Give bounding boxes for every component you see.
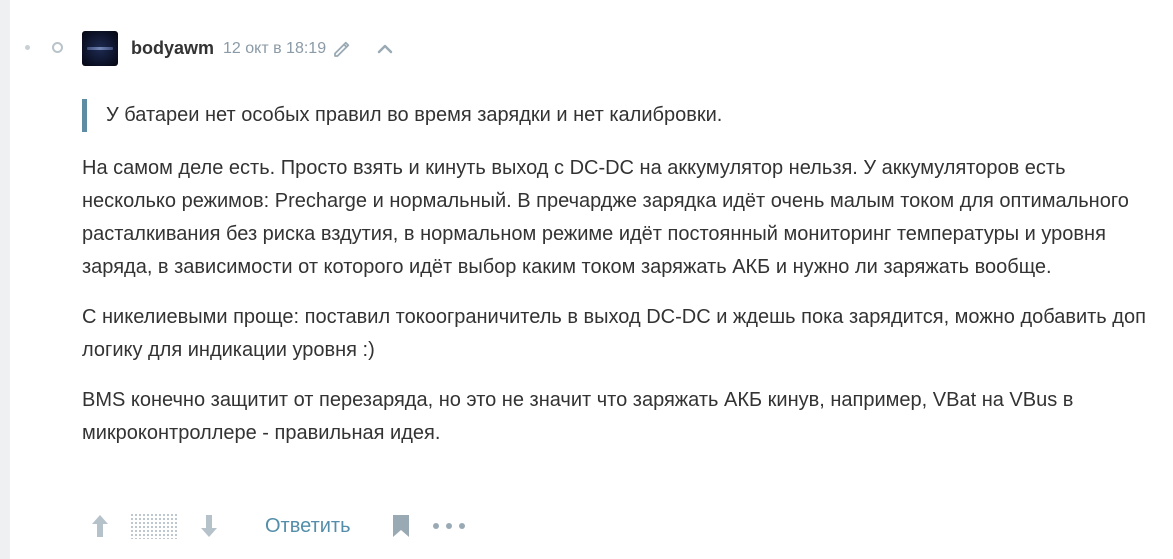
comment-footer: Ответить bbox=[88, 507, 465, 545]
comment-timestamp[interactable]: 12 окт в 18:19 bbox=[223, 40, 326, 58]
arrow-down-icon[interactable] bbox=[197, 512, 221, 540]
comment-header: bodyawm 12 окт в 18:19 bbox=[82, 31, 394, 66]
thread-rail bbox=[0, 0, 10, 559]
comment-paragraph: BMS конечно защитит от перезаряда, но эт… bbox=[82, 389, 1074, 444]
thread-level-dot bbox=[25, 45, 30, 50]
avatar-image bbox=[87, 47, 113, 50]
more-dot bbox=[432, 523, 439, 529]
arrow-up-icon[interactable] bbox=[88, 512, 112, 540]
thread-level-marker[interactable] bbox=[52, 42, 63, 53]
username[interactable]: bodyawm bbox=[131, 38, 214, 59]
bookmark-icon[interactable] bbox=[391, 513, 411, 539]
vote-score bbox=[130, 513, 177, 539]
reply-button[interactable]: Ответить bbox=[265, 515, 351, 538]
pencil-icon[interactable] bbox=[332, 40, 350, 58]
more-dots-icon[interactable] bbox=[432, 520, 465, 532]
blockquote: У батареи нет особых правил во время зар… bbox=[82, 99, 1152, 132]
more-dot bbox=[445, 523, 452, 529]
comment-paragraph: На самом деле есть. Просто взять и кинут… bbox=[82, 157, 1129, 278]
comment-page: bodyawm 12 окт в 18:19 У батареи нет осо… bbox=[0, 0, 1173, 559]
more-dot bbox=[458, 523, 465, 529]
chevron-up-icon[interactable] bbox=[376, 40, 394, 58]
comment-body: У батареи нет особых правил во время зар… bbox=[82, 99, 1152, 467]
comment-paragraph: С никелиевыми проще: поставил токоограни… bbox=[82, 306, 1146, 361]
avatar[interactable] bbox=[82, 31, 118, 66]
